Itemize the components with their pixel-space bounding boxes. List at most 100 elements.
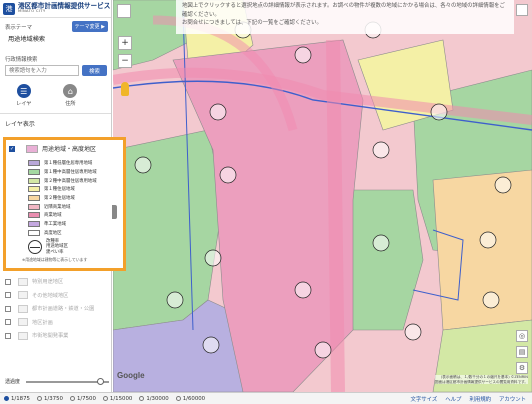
legend-item: 商業地域	[28, 211, 123, 220]
zoning-layer-checkbox[interactable]: ✓	[9, 145, 15, 152]
legend-note: ※用途地域は建物等に表示しています	[22, 257, 88, 263]
other-layer-item[interactable]: その他地域地区	[5, 289, 109, 303]
legend-swatch	[28, 221, 40, 228]
zoning-symbol[interactable]	[372, 234, 390, 252]
zoom-out-button[interactable]: −	[118, 54, 132, 68]
zoom-in-button[interactable]: +	[118, 36, 132, 50]
map-attribution-line: (表示面積は、１/数千分の１の縮尺を基本) ©ZENRIN	[440, 375, 528, 379]
scale-radio[interactable]	[139, 396, 145, 401]
sidebar-collapse-handle[interactable]	[112, 205, 117, 219]
zoning-symbol[interactable]	[482, 291, 500, 309]
opacity-row: 透過度	[5, 377, 109, 385]
zoning-legend-list: 第１種低層住居専用地域 第１種中高層住居専用地域 第２種中高層住居専用地域 第１種住居…	[6, 159, 123, 237]
opacity-slider-knob[interactable]	[96, 377, 104, 385]
legend-swatch	[28, 169, 40, 176]
other-layer-item[interactable]: 市街地開発事業	[5, 329, 109, 343]
scale-label: 1/15000	[109, 395, 133, 402]
scale-selector: 1/1875 1/3750 1/7500 1/15000 1/30000 1/60000	[0, 396, 208, 402]
legend-item: 第２種中高層住居専用地域	[28, 176, 123, 185]
scale-radio[interactable]	[4, 396, 9, 401]
opacity-slider[interactable]	[26, 377, 109, 385]
streetview-pegman-icon[interactable]	[121, 82, 129, 96]
zoning-symbol[interactable]	[294, 281, 312, 299]
zoning-symbol[interactable]	[294, 46, 312, 64]
scale-radio[interactable]	[175, 396, 181, 401]
zoning-symbol[interactable]	[166, 291, 184, 309]
legend-label: 近隣商業地域	[44, 204, 71, 210]
admin-search-row: 検索	[0, 65, 111, 76]
legend-label: 準工業地域	[44, 222, 66, 228]
admin-search-button[interactable]: 検索	[82, 65, 107, 76]
zoning-symbol[interactable]	[404, 323, 422, 341]
zoning-symbol[interactable]	[494, 176, 512, 194]
zoning-symbol[interactable]	[219, 166, 237, 184]
legend-symbol-line: 建ぺい率	[46, 249, 64, 255]
legend-swatch	[28, 203, 40, 210]
zoning-symbol[interactable]	[479, 231, 497, 249]
layer-checkbox[interactable]	[5, 305, 11, 312]
legend-label: 第２種中高層住居専用地域	[44, 178, 97, 184]
settings-icon[interactable]: ⚙	[516, 362, 528, 374]
legend-swatch	[28, 177, 40, 184]
font-size-link[interactable]: 文字サイズ	[410, 395, 437, 403]
help-link[interactable]: ヘルプ	[445, 395, 461, 403]
layer-checkbox[interactable]	[5, 319, 11, 326]
scale-label: 1/60000	[182, 395, 206, 402]
zoning-layer-title: 用途地域・高度地区	[42, 146, 97, 153]
zoning-symbol[interactable]	[202, 336, 220, 354]
legend-item: 近隣商業地域	[28, 202, 123, 211]
map-area[interactable]: 地図上でクリックすると選択地点の詳細情報が表示されます。お調べの物件が複数の地域…	[113, 0, 532, 392]
layer-checkbox[interactable]	[5, 332, 11, 339]
layer-tool-label: レイヤ	[16, 101, 32, 107]
zoning-symbol[interactable]	[314, 341, 332, 359]
zoning-symbol[interactable]	[204, 249, 222, 267]
footer-links: 文字サイズ ヘルプ 利用規約 アカウント	[410, 395, 532, 403]
admin-search-input[interactable]	[5, 65, 79, 76]
address-tool-button[interactable]: ⌂ 住所	[63, 84, 78, 107]
zone-orange-east	[432, 169, 532, 331]
other-layer-item[interactable]: 都市計画道路・鉄道・公園	[5, 302, 109, 316]
legend-symbol-row: 改種率 用途地域区 建ぺい率	[6, 237, 123, 255]
theme-change-button[interactable]: テーマ変更 ▶	[71, 21, 108, 32]
layer-icon	[18, 331, 28, 340]
zoning-layer-row[interactable]: ✓ 用途地域・高度地区	[6, 140, 123, 159]
scale-option[interactable]: 1/7500	[66, 396, 99, 402]
zoning-symbol[interactable]	[134, 156, 152, 174]
zoning-symbol[interactable]	[209, 103, 227, 121]
scale-radio[interactable]	[69, 396, 75, 401]
zoning-layer-icon	[26, 144, 38, 153]
scale-option[interactable]: 1/1875	[0, 396, 33, 402]
scale-radio[interactable]	[102, 396, 108, 401]
layer-checkbox[interactable]	[5, 292, 11, 299]
list-icon: ☰	[16, 84, 31, 98]
map-fullscreen-button[interactable]	[117, 4, 131, 18]
app-logo: 港	[3, 2, 15, 15]
zoning-symbol[interactable]	[372, 141, 390, 159]
app-header: 港 港区都市計画情報提供サービス MINATO CITY	[0, 0, 111, 18]
legend-item: 第１種中高層住居専用地域	[28, 168, 123, 177]
scale-radio[interactable]	[36, 396, 42, 401]
zoning-symbol[interactable]	[430, 103, 448, 121]
scale-option[interactable]: 1/60000	[172, 396, 208, 402]
scale-option[interactable]: 1/3750	[33, 396, 66, 402]
map-info-banner: 地図上でクリックすると選択地点の詳細情報が表示されます。お調べの物件が複数の地域…	[176, 0, 514, 34]
layers-icon[interactable]: ▤	[516, 346, 528, 358]
other-layer-item[interactable]: 地区計画	[5, 316, 109, 330]
other-layer-item[interactable]: 特別用途地区	[5, 275, 109, 289]
layer-checkbox[interactable]	[5, 278, 11, 285]
account-link[interactable]: アカウント	[499, 395, 526, 403]
scale-option[interactable]: 1/15000	[99, 396, 135, 402]
map-info-text: 地図上でクリックすると選択地点の詳細情報が表示されます。お調べの物件が複数の地域…	[182, 3, 505, 18]
home-icon: ⌂	[63, 84, 78, 98]
scale-label: 1/30000	[146, 395, 169, 402]
locate-icon[interactable]: ◎	[516, 330, 528, 342]
legend-label: 第２種住居地域	[44, 196, 75, 202]
bottom-bar: 1/1875 1/3750 1/7500 1/15000 1/30000 1/60000 …	[0, 392, 532, 404]
legend-label: 第１種低層住居専用地域	[44, 161, 93, 167]
scale-option[interactable]: 1/30000	[135, 396, 171, 402]
map-attribution-line: 図面は港区都市計画情報提供サービスの閲覧用資料です。	[434, 379, 528, 384]
terms-link[interactable]: 利用規約	[469, 395, 491, 403]
layer-tool-button[interactable]: ☰ レイヤ	[16, 84, 31, 107]
zoning-map-canvas[interactable]	[113, 0, 532, 392]
map-panel-toggle-button[interactable]	[516, 4, 528, 16]
